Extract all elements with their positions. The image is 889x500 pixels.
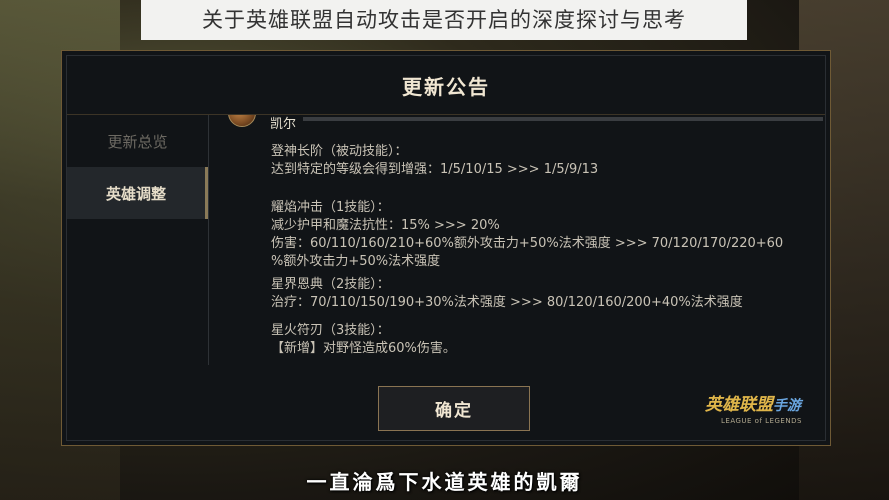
skill-block-e: 星火符刃（3技能）： 【新增】对野怪造成60%伤害。: [271, 322, 456, 358]
patch-notes-content[interactable]: 凯尔 登神长阶（被动技能）： 达到特定的等级会得到增强：1/5/10/15 >>…: [208, 115, 833, 363]
logo-cn: 英雄联盟: [705, 395, 773, 415]
confirm-button[interactable]: 确定: [378, 386, 530, 431]
skill-title: 星火符刃（3技能）：: [271, 323, 390, 338]
game-logo: 英雄联盟手游 LEAGUE of LEGENDS: [705, 394, 815, 432]
skill-detail: 伤害：60/110/160/210+60%额外攻击力+50%法术强度 >>> 7…: [271, 236, 784, 251]
skill-title: 星界恩典（2技能）：: [271, 277, 390, 292]
page-title-banner: 关于英雄联盟自动攻击是否开启的深度探讨与思考: [141, 0, 747, 40]
skill-detail: 减少护甲和魔法抗性：15% >>> 20%: [271, 218, 500, 233]
dialog-title: 更新公告: [402, 74, 490, 99]
sidebar-item-champion-changes[interactable]: 英雄调整: [67, 167, 208, 219]
skill-title: 登神长阶（被动技能）：: [271, 144, 408, 159]
logo-text: 英雄联盟手游: [705, 394, 815, 417]
skill-detail: 达到特定的等级会得到增强：1/5/10/15 >>> 1/5/9/13: [271, 162, 599, 177]
skill-title: 耀焰冲击（1技能）：: [271, 200, 390, 215]
skill-detail: 【新增】对野怪造成60%伤害。: [271, 341, 456, 356]
skill-block-passive: 登神长阶（被动技能）： 达到特定的等级会得到增强：1/5/10/15 >>> 1…: [271, 143, 598, 179]
dialog-sidebar: 更新总览 英雄调整: [67, 115, 208, 365]
skill-block-w: 星界恩典（2技能）： 治疗：70/110/150/190+30%法术强度 >>>…: [271, 276, 743, 312]
champion-avatar: [228, 115, 256, 127]
logo-en: LEAGUE of LEGENDS: [721, 417, 802, 425]
skill-detail: %额外攻击力+50%法术强度: [271, 254, 441, 269]
sidebar-item-update-overview[interactable]: 更新总览: [67, 115, 208, 167]
update-announcement-dialog: 更新公告 更新总览 英雄调整 凯尔 登神长阶（被动技能）： 达到特定的等级会得到…: [61, 50, 831, 446]
logo-cn-suffix: 手游: [773, 398, 801, 414]
champion-header-bar: [303, 117, 823, 121]
video-subtitle: 一直淪爲下水道英雄的凱爾: [306, 470, 583, 494]
skill-block-q: 耀焰冲击（1技能）： 减少护甲和魔法抗性：15% >>> 20% 伤害：60/1…: [271, 199, 783, 271]
skill-detail: 治疗：70/110/150/190+30%法术强度 >>> 80/120/160…: [271, 295, 743, 310]
champion-name: 凯尔: [270, 117, 297, 132]
dialog-frame: 更新公告 更新总览 英雄调整 凯尔 登神长阶（被动技能）： 达到特定的等级会得到…: [66, 55, 826, 441]
dialog-header: 更新公告: [67, 56, 825, 115]
